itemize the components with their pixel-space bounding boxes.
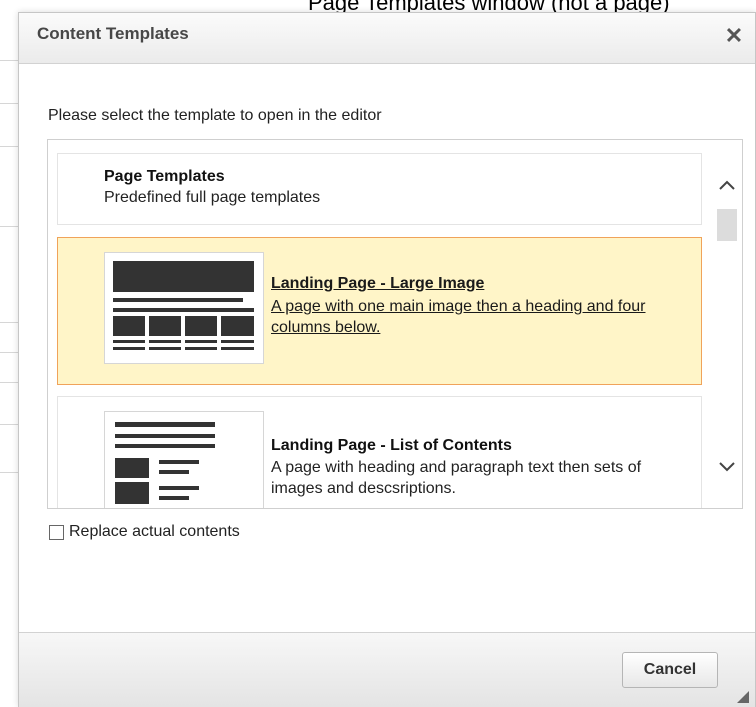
template-list-scrollbar[interactable]: [712, 140, 742, 508]
template-group-page-templates: Page Templates Predefined full page temp…: [57, 153, 702, 225]
group-description: Predefined full page templates: [104, 189, 321, 206]
cancel-button[interactable]: Cancel: [622, 652, 718, 688]
list-of-contents-layout-icon: [104, 411, 264, 508]
group-title: Page Templates: [104, 168, 225, 185]
dialog-title: Content Templates: [37, 24, 189, 43]
close-icon[interactable]: ✕: [723, 25, 745, 49]
template-item-landing-list-of-contents[interactable]: Landing Page - List of Contents A page w…: [57, 396, 702, 508]
resize-handle-icon[interactable]: [737, 691, 749, 703]
scrollbar-thumb[interactable]: [717, 209, 737, 241]
chevron-up-icon[interactable]: [717, 176, 737, 196]
replace-contents-label[interactable]: Replace actual contents: [69, 523, 240, 541]
template-description[interactable]: A page with one main image then a headin…: [271, 296, 661, 338]
large-image-layout-icon: [104, 252, 264, 364]
background-page-lines: [0, 60, 20, 510]
content-templates-dialog: Content Templates ✕ Please select the te…: [18, 12, 756, 707]
dialog-footer: Cancel: [19, 632, 755, 707]
template-item-landing-large-image[interactable]: Landing Page - Large Image A page with o…: [57, 237, 702, 385]
template-name[interactable]: Landing Page - List of Contents: [271, 437, 512, 455]
select-template-prompt: Please select the template to open in th…: [48, 107, 382, 124]
template-list[interactable]: Page Templates Predefined full page temp…: [47, 139, 743, 509]
template-description[interactable]: A page with heading and paragraph text t…: [271, 457, 661, 499]
dialog-titlebar[interactable]: Content Templates ✕: [19, 13, 755, 64]
chevron-down-icon[interactable]: [717, 456, 737, 476]
replace-contents-checkbox[interactable]: [49, 525, 64, 540]
template-name[interactable]: Landing Page - Large Image: [271, 275, 484, 293]
